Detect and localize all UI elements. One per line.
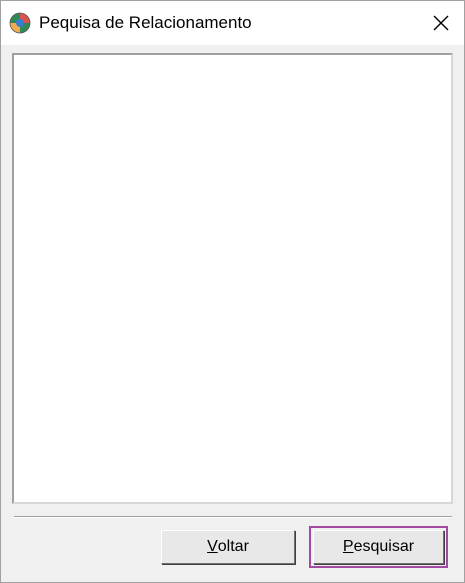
globe-app-icon	[9, 12, 31, 34]
title-bar[interactable]: Pequisa de Relacionamento	[1, 1, 464, 45]
window-title: Pequisa de Relacionamento	[39, 13, 252, 32]
close-icon	[433, 15, 449, 31]
pesquisar-button[interactable]: Pesquisar	[313, 530, 444, 564]
dialog-client-area: Voltar Pesquisar	[1, 45, 464, 582]
results-list[interactable]	[12, 53, 453, 504]
pesquisar-label: esquisar	[353, 538, 415, 555]
dialog-window: Pequisa de Relacionamento Voltar Pesquis…	[0, 0, 465, 583]
voltar-button[interactable]: Voltar	[161, 530, 295, 564]
voltar-label: oltar	[217, 538, 249, 555]
voltar-accel-key: V	[207, 538, 218, 555]
close-button[interactable]	[418, 1, 464, 45]
separator-line	[14, 516, 452, 518]
pesquisar-accel-key: P	[342, 538, 354, 555]
